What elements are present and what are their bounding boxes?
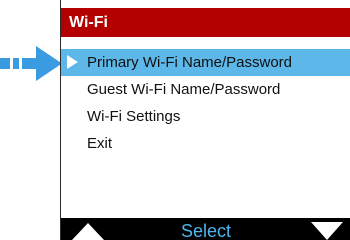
title-bar: Wi-Fi	[61, 8, 350, 37]
screen-title: Wi-Fi	[69, 14, 108, 31]
softkey-bar: Select	[61, 218, 350, 240]
menu-item-label: Guest Wi-Fi Name/Password	[87, 81, 281, 98]
select-button[interactable]: Select	[181, 221, 231, 240]
select-softkey: Select	[61, 218, 350, 240]
menu-item-wifi-settings[interactable]: Wi-Fi Settings	[61, 103, 350, 130]
up-arrow-icon[interactable]	[72, 223, 104, 240]
menu-item-label: Primary Wi-Fi Name/Password	[87, 54, 293, 71]
menu-item-primary-wifi[interactable]: Primary Wi-Fi Name/Password	[61, 49, 350, 76]
screenshot-canvas: Wi-Fi Primary Wi-Fi Name/Password Guest …	[0, 0, 350, 240]
menu-item-exit[interactable]: Exit	[61, 130, 350, 157]
pointer-arrow-icon	[0, 46, 62, 81]
selection-marker-icon	[67, 55, 78, 69]
menu-list: Primary Wi-Fi Name/Password Guest Wi-Fi …	[61, 49, 350, 157]
down-arrow-icon[interactable]	[311, 222, 343, 240]
menu-item-label: Wi-Fi Settings	[87, 108, 181, 125]
menu-item-label: Exit	[87, 135, 113, 152]
device-screen: Wi-Fi Primary Wi-Fi Name/Password Guest …	[60, 0, 350, 240]
menu-item-guest-wifi[interactable]: Guest Wi-Fi Name/Password	[61, 76, 350, 103]
